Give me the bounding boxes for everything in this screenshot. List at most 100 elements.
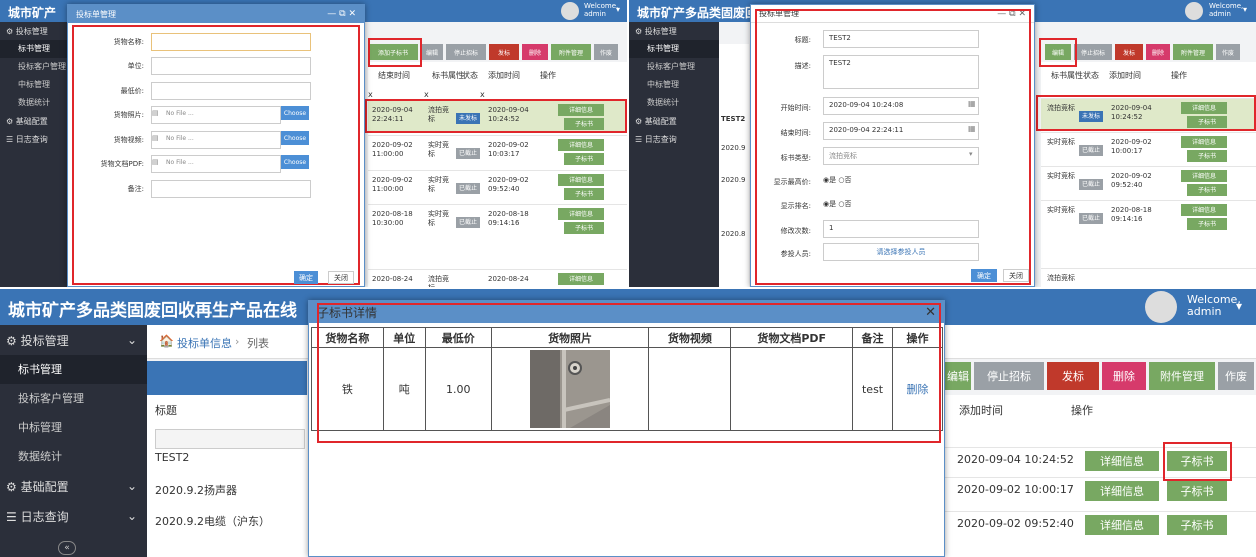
file-input[interactable]: No File ... — [151, 131, 281, 149]
detail-button[interactable]: 详细信息 — [558, 273, 604, 285]
detail-button[interactable]: 详细信息 — [1181, 170, 1227, 182]
edit-button[interactable]: 编辑 — [421, 44, 443, 60]
title-input[interactable]: TEST2 — [823, 30, 979, 48]
goods-photo[interactable] — [530, 350, 611, 428]
void-button[interactable]: 作废 — [594, 44, 618, 60]
child-bid-button[interactable]: 子标书 — [1167, 515, 1227, 535]
close-button[interactable]: 关闭 — [328, 271, 354, 284]
close-icon[interactable]: ✕ — [925, 305, 936, 320]
chevron-down-icon[interactable]: ▾ — [969, 150, 973, 158]
child-bid-button[interactable]: 子标书 — [564, 188, 604, 200]
publish-button[interactable]: 发标 — [1047, 362, 1099, 390]
edit-count-input[interactable]: 1 — [823, 220, 979, 238]
sidebar-item-customers[interactable]: 投标客户管理 — [0, 384, 147, 413]
sidebar-item-customers[interactable]: 投标客户管理 — [0, 58, 70, 76]
close-icon[interactable]: ✕ — [348, 9, 356, 19]
stop-button[interactable]: 停止招标 — [974, 362, 1044, 390]
show-max-radio[interactable]: ◉是 ○否 — [823, 175, 851, 185]
minimize-icon[interactable]: — — [327, 9, 336, 19]
detail-button[interactable]: 详细信息 — [558, 174, 604, 186]
ok-button[interactable]: 确定 — [971, 269, 997, 282]
end-time-input[interactable]: 2020-09-04 22:24:11 — [823, 122, 979, 140]
stop-button[interactable]: 停止招标 — [1074, 44, 1112, 60]
maximize-icon[interactable]: ⧉ — [1009, 9, 1015, 19]
sidebar-item-bids[interactable]: 标书管理 — [0, 355, 147, 384]
ok-button[interactable]: 确定 — [294, 271, 318, 284]
file-input[interactable]: No File ... — [151, 106, 281, 124]
attach-button[interactable]: 附件管理 — [1149, 362, 1215, 390]
attach-button[interactable]: 附件管理 — [551, 44, 591, 60]
delete-button[interactable]: 删除 — [522, 44, 548, 60]
sidebar-item-win[interactable]: 中标管理 — [0, 76, 70, 94]
collapse-sidebar-button[interactable]: « — [58, 541, 76, 555]
sidebar-group-bid[interactable]: ⚙ 投标管理 — [0, 22, 70, 40]
sidebar-item-stats[interactable]: 数据统计 — [0, 442, 147, 471]
minimize-icon[interactable]: — — [997, 9, 1006, 19]
sidebar-item-win[interactable]: 中标管理 — [629, 76, 719, 94]
sidebar-group-log[interactable]: ☰ 日志查询 — [0, 130, 70, 148]
delete-link[interactable]: 删除 — [892, 347, 943, 431]
child-bid-button[interactable]: 子标书 — [564, 222, 604, 234]
avatar[interactable] — [561, 2, 579, 20]
chevron-down-icon[interactable]: ▾ — [1243, 5, 1247, 14]
publish-button[interactable]: 发标 — [489, 44, 519, 60]
stop-button[interactable]: 停止招标 — [446, 44, 486, 60]
close-icon[interactable]: ✕ — [1018, 9, 1026, 19]
choose-file-button[interactable]: Choose — [281, 106, 309, 120]
chevron-down-icon[interactable]: ▾ — [1236, 299, 1242, 313]
sidebar-item-customers[interactable]: 投标客户管理 — [629, 58, 719, 76]
text-input[interactable] — [151, 57, 311, 75]
close-button[interactable]: 关闭 — [1003, 269, 1029, 282]
sidebar-item-stats[interactable]: 数据统计 — [0, 94, 70, 112]
detail-button[interactable]: 详细信息 — [1181, 102, 1227, 114]
breadcrumb-home[interactable]: 投标单信息 — [177, 335, 232, 351]
text-input[interactable] — [151, 82, 311, 100]
attach-button[interactable]: 附件管理 — [1173, 44, 1213, 60]
description-input[interactable]: TEST2 — [823, 55, 979, 89]
detail-button[interactable]: 详细信息 — [1181, 204, 1227, 216]
child-bid-button[interactable]: 子标书 — [1187, 184, 1227, 196]
sidebar-item-bids[interactable]: 标书管理 — [0, 40, 70, 58]
choose-file-button[interactable]: Choose — [281, 155, 309, 169]
child-bid-button[interactable]: 子标书 — [1167, 481, 1227, 501]
detail-button[interactable]: 详细信息 — [558, 139, 604, 151]
delete-button[interactable]: 删除 — [1146, 44, 1170, 60]
goods-name-input[interactable] — [151, 33, 311, 51]
avatar[interactable] — [1145, 291, 1177, 323]
calendar-icon[interactable]: ▦ — [968, 99, 976, 108]
edit-button[interactable]: 编辑 — [945, 362, 971, 390]
text-input[interactable] — [151, 180, 311, 198]
add-child-button[interactable]: 添加子标书 — [368, 44, 418, 60]
detail-button[interactable]: 详细信息 — [1181, 136, 1227, 148]
sidebar-group-base[interactable]: ⚙ 基础配置 — [0, 112, 70, 130]
show-rank-radio[interactable]: ◉是 ○否 — [823, 199, 851, 209]
title-filter-input[interactable] — [155, 429, 305, 449]
edit-button[interactable]: 编辑 — [1045, 44, 1071, 60]
maximize-icon[interactable]: ⧉ — [339, 9, 345, 19]
sidebar-item-stats[interactable]: 数据统计 — [629, 94, 719, 112]
type-select[interactable]: 流拍竞标 — [823, 147, 979, 165]
detail-button[interactable]: 详细信息 — [1085, 481, 1159, 501]
child-bid-button[interactable]: 子标书 — [1187, 116, 1227, 128]
choose-file-button[interactable]: Choose — [281, 131, 309, 145]
sidebar-item-win[interactable]: 中标管理 — [0, 413, 147, 442]
child-bid-button[interactable]: 子标书 — [564, 118, 604, 130]
select-participants-button[interactable]: 请选择参投人员 — [823, 243, 979, 261]
detail-button[interactable]: 详细信息 — [1085, 515, 1159, 535]
delete-button[interactable]: 删除 — [1102, 362, 1146, 390]
detail-button[interactable]: 详细信息 — [1085, 451, 1159, 471]
avatar[interactable] — [1185, 2, 1203, 20]
sidebar-item-bids[interactable]: 标书管理 — [629, 40, 719, 58]
chevron-down-icon[interactable]: ▾ — [616, 5, 620, 14]
void-button[interactable]: 作废 — [1216, 44, 1240, 60]
detail-button[interactable]: 详细信息 — [558, 104, 604, 116]
publish-button[interactable]: 发标 — [1115, 44, 1143, 60]
child-bid-button[interactable]: 子标书 — [1167, 451, 1227, 471]
calendar-icon[interactable]: ▦ — [968, 124, 976, 133]
detail-button[interactable]: 详细信息 — [558, 208, 604, 220]
child-bid-button[interactable]: 子标书 — [1187, 218, 1227, 230]
void-button[interactable]: 作废 — [1218, 362, 1254, 390]
child-bid-button[interactable]: 子标书 — [1187, 150, 1227, 162]
start-time-input[interactable]: 2020-09-04 10:24:08 — [823, 97, 979, 115]
child-bid-button[interactable]: 子标书 — [564, 153, 604, 165]
